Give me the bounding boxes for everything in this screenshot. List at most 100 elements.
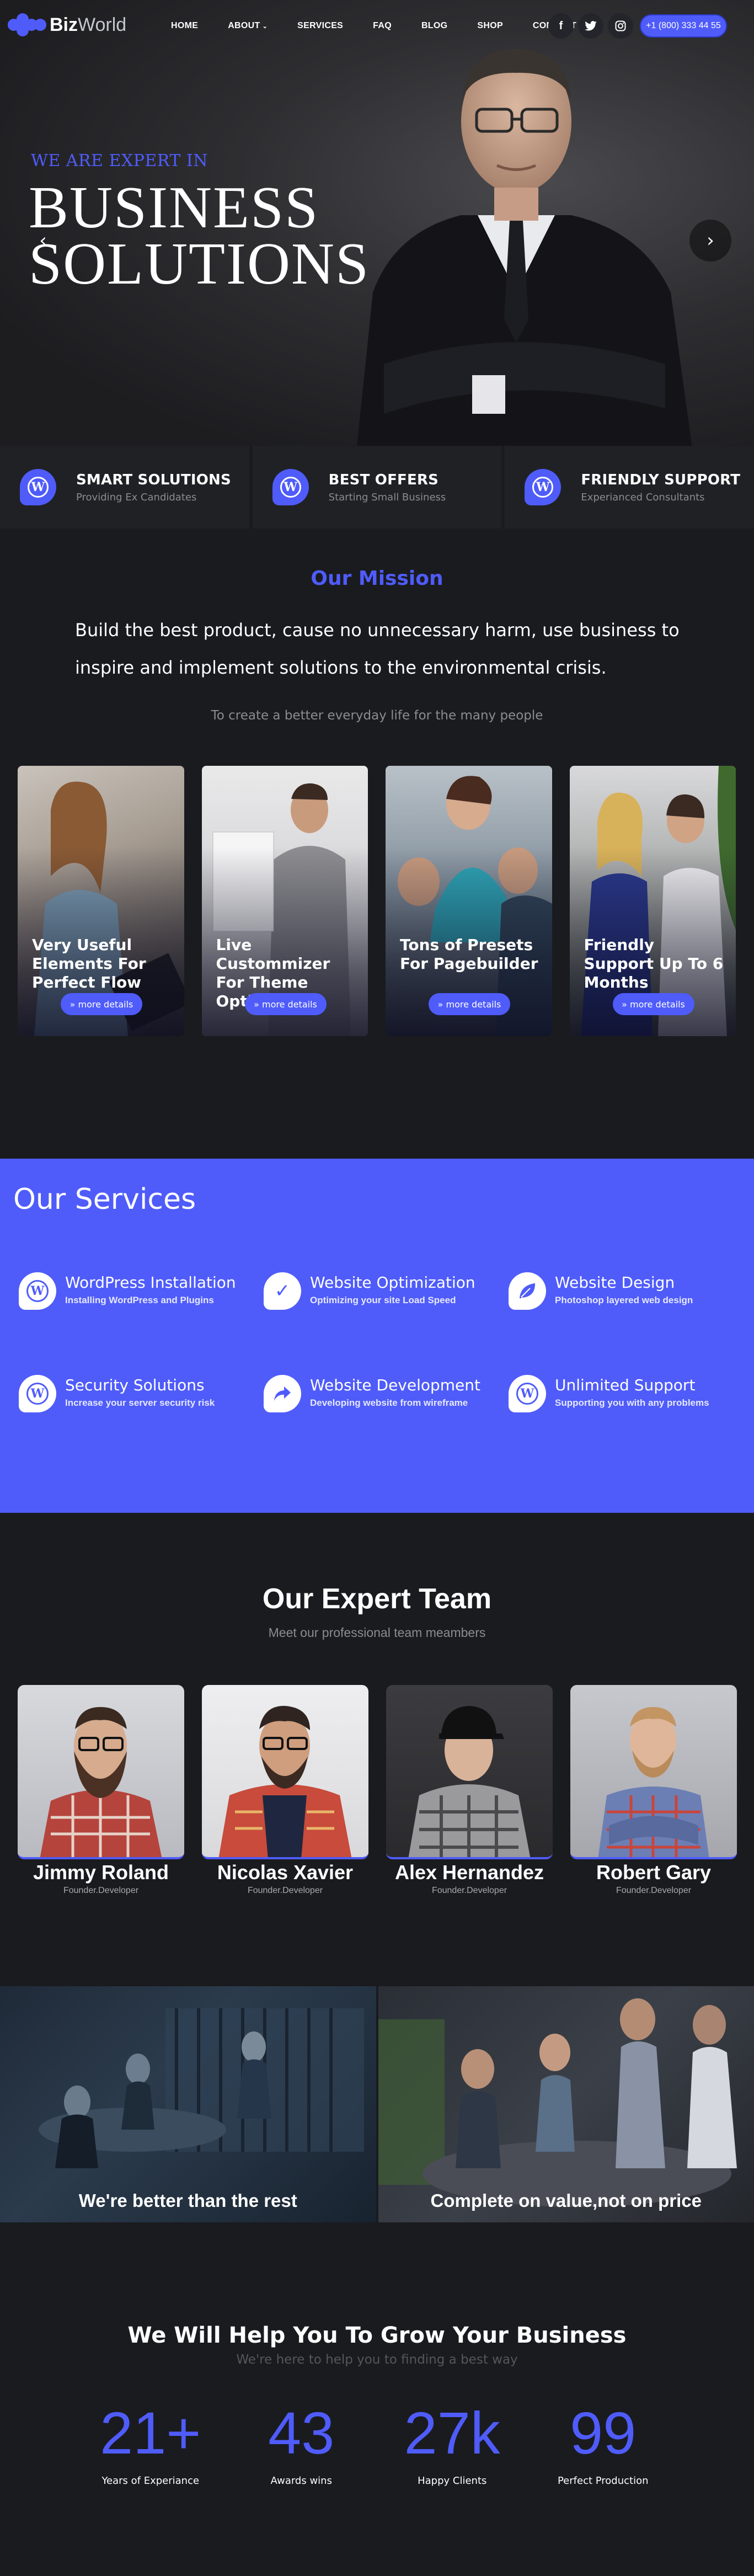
stat-value: 99 <box>570 2399 637 2466</box>
card-title: Tons of Presets For Pagebuilder <box>400 936 538 973</box>
service-title: Security Solutions <box>65 1376 205 1394</box>
office-meeting-image <box>39 2008 364 2168</box>
member-name: Robert Gary <box>596 1861 712 1884</box>
nav-shop[interactable]: SHOP <box>477 21 503 31</box>
member-photo <box>386 1685 553 1859</box>
service-title: Unlimited Support <box>555 1376 696 1394</box>
team-member: Robert Gary Founder.Developer <box>570 1685 737 1896</box>
team-member: Alex Hernandez Founder.Developer <box>386 1685 553 1896</box>
services-section: Our Services W WordPress Installation Ins… <box>0 1159 754 1513</box>
features-strip: W SMART SOLUTIONS Providing Ex Candidates… <box>0 446 754 529</box>
slider-prev-arrow-icon[interactable]: ‹ <box>22 220 64 262</box>
feature-item: W BEST OFFERS Starting Small Business <box>252 446 502 529</box>
card-title: Friendly Support Up To 6 Months <box>584 936 724 991</box>
instagram-icon[interactable] <box>608 13 633 39</box>
service-title: Website Design <box>555 1273 675 1292</box>
feature-item: W FRIENDLY SUPPORT Experianced Consultant… <box>505 446 754 529</box>
stat-value: 27k <box>404 2399 500 2466</box>
stat-label: Happy Clients <box>418 2475 487 2487</box>
service-subtitle: Installing WordPress and Plugins <box>65 1295 214 1305</box>
service-subtitle: Supporting you with any problems <box>555 1398 709 1408</box>
wordpress-icon: W <box>19 1375 56 1412</box>
hero-title-line-1: BUSINESS <box>29 175 319 241</box>
banner-left-title: We're better than the rest <box>78 2190 297 2211</box>
nav-faq[interactable]: FAQ <box>373 21 392 31</box>
hero-kicker: WE ARE EXPERT IN <box>31 151 208 170</box>
banner-left: We're better than the rest <box>0 1986 376 2222</box>
logo[interactable]: BizWorld <box>8 13 126 36</box>
service-item: Website Design Photoshop layered web desi… <box>509 1272 693 1310</box>
nav-services[interactable]: SERVICES <box>297 21 343 31</box>
mission-subtitle: To create a better everyday life for the… <box>211 708 543 723</box>
team-subtitle: Meet our professional team meambers <box>268 1625 486 1640</box>
team-member: Nicolas Xavier Founder.Developer <box>202 1685 368 1896</box>
wordpress-icon: W <box>19 1272 56 1310</box>
service-item: W Security Solutions Increase your server… <box>19 1375 215 1412</box>
service-subtitle: Developing website from wireframe <box>310 1398 468 1408</box>
card-title: Very Useful Elements For Perfect Flow <box>32 936 146 991</box>
more-details-button[interactable]: » more details <box>61 993 142 1015</box>
facebook-icon[interactable]: f <box>548 13 574 39</box>
chevron-down-icon: ⌄ <box>262 23 268 30</box>
member-photo <box>18 1685 184 1859</box>
feature-subtitle: Experianced Consultants <box>581 491 705 503</box>
wordpress-icon: W <box>509 1375 546 1412</box>
phone-button[interactable]: +1 (800) 333 44 55 <box>640 14 727 38</box>
service-subtitle: Optimizing your site Load Speed <box>310 1295 456 1305</box>
feature-card: Tons of Presets For Pagebuilder » more d… <box>386 766 552 1036</box>
more-details-button[interactable]: » more details <box>429 993 510 1015</box>
service-subtitle: Increase your server security risk <box>65 1398 215 1408</box>
stat-label: Awards wins <box>270 2475 332 2487</box>
stat-value: 21+ <box>100 2399 201 2466</box>
wordpress-icon: W <box>525 469 562 505</box>
service-item: W Unlimited Support Supporting you with a… <box>509 1375 709 1412</box>
member-photo <box>570 1685 737 1859</box>
member-role: Founder.Developer <box>431 1886 507 1895</box>
team-grid: Jimmy Roland Founder.Developer Nicolas X… <box>18 1685 737 1896</box>
stat-value: 43 <box>268 2399 335 2466</box>
twitter-icon[interactable] <box>578 13 603 39</box>
banner-row: We're better than the rest Complete on v… <box>0 1986 754 2222</box>
stat-item: 27k Happy Clients <box>377 2400 528 2487</box>
service-item: Website Development Developing website fr… <box>264 1375 480 1412</box>
member-role: Founder.Developer <box>616 1886 692 1895</box>
hero-section: WE ARE EXPERT IN BUSINESS SOLUTIONS ‹ › <box>0 0 754 446</box>
service-item: ✓ Website Optimization Optimizing your si… <box>264 1272 475 1310</box>
slider-next-arrow-icon[interactable]: › <box>689 220 731 262</box>
mission-text: Build the best product, cause no unneces… <box>75 620 680 678</box>
logo-icon <box>8 13 46 36</box>
member-photo <box>202 1685 368 1859</box>
grow-subtitle: We're here to help you to finding a best… <box>236 2353 518 2367</box>
nav-blog[interactable]: BLOG <box>421 21 447 31</box>
site-header: BizWorld HOME ABOUT ⌄ SERVICES FAQ BLOG S… <box>0 0 754 51</box>
services-title: Our Services <box>13 1183 196 1216</box>
feature-title: FRIENDLY SUPPORT <box>581 471 741 488</box>
nav-about[interactable]: ABOUT ⌄ <box>228 21 268 31</box>
stat-item: 43 Awards wins <box>226 2400 377 2487</box>
service-title: WordPress Installation <box>65 1273 236 1292</box>
social-links: f <box>548 13 633 39</box>
feature-card: Very Useful Elements For Perfect Flow » … <box>18 766 184 1036</box>
team-member: Jimmy Roland Founder.Developer <box>18 1685 184 1896</box>
nav-home[interactable]: HOME <box>171 21 198 31</box>
wordpress-icon: W <box>272 469 309 505</box>
hero-title: BUSINESS SOLUTIONS <box>29 175 370 297</box>
team-working-image <box>378 1998 737 2207</box>
check-icon: ✓ <box>264 1272 301 1310</box>
service-subtitle: Photoshop layered web design <box>555 1295 693 1305</box>
banner-right-title: Complete on value,not on price <box>430 2190 702 2211</box>
main-nav: HOME ABOUT⌄ SERVICES FAQ BLOG SHOP CONTA… <box>171 21 606 31</box>
feature-item: W SMART SOLUTIONS Providing Ex Candidates <box>0 446 249 529</box>
member-role: Founder.Developer <box>247 1886 323 1895</box>
feature-cards: Very Useful Elements For Perfect Flow » … <box>18 766 736 1036</box>
member-role: Founder.Developer <box>63 1886 139 1895</box>
more-details-button[interactable]: » more details <box>612 993 694 1015</box>
feature-title: BEST OFFERS <box>328 471 439 488</box>
team-title: Our Expert Team <box>262 1583 492 1615</box>
hero-title-line-2: SOLUTIONS <box>29 231 370 297</box>
member-name: Alex Hernandez <box>394 1861 544 1884</box>
feature-subtitle: Providing Ex Candidates <box>76 491 197 503</box>
member-name: Jimmy Roland <box>33 1861 169 1884</box>
more-details-button[interactable]: » more details <box>244 993 327 1015</box>
wordpress-icon: W <box>20 469 56 505</box>
